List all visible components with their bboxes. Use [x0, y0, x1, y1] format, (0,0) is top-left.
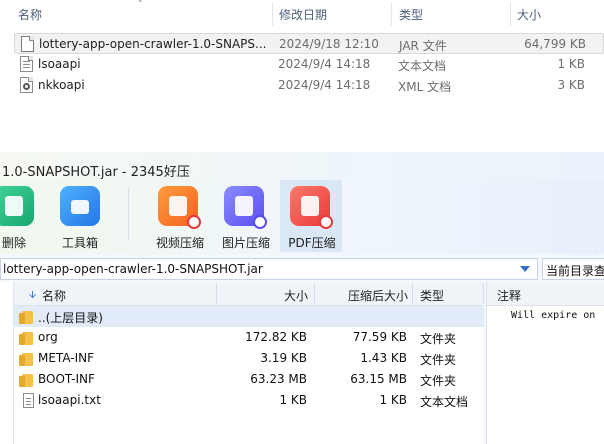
folder-icon: [19, 332, 33, 345]
archive-path-field[interactable]: lottery-app-open-crawler-1.0-SNAPSHOT.ja…: [0, 258, 538, 280]
file-type: JAR 文件: [399, 39, 447, 53]
comment-title: 注释: [497, 289, 522, 303]
title-bar[interactable]: 1.0-SNAPSHOT.jar - 2345好压: [0, 152, 604, 180]
image-compress-label: 图片压缩: [221, 236, 270, 250]
delete-label: 删除: [1, 236, 26, 250]
entry-size: 3.19 KB: [260, 351, 307, 365]
xml-file-icon: [20, 77, 33, 93]
entry-type: 文件夹: [420, 332, 457, 346]
column-separator[interactable]: [314, 284, 315, 304]
file-size: 64,799 KB: [524, 37, 586, 51]
column-separator[interactable]: [391, 2, 392, 26]
column-separator[interactable]: [272, 2, 273, 26]
file-modified: 2024/9/4 14:18: [278, 57, 371, 71]
folder-icon: [19, 353, 33, 366]
folder-icon: [19, 311, 33, 324]
file-modified: 2024/9/18 12:10: [279, 37, 379, 51]
current-dir-label: 当前目录查: [546, 264, 604, 278]
column-size[interactable]: 大小: [517, 6, 541, 23]
entry-name: BOOT-INF: [38, 372, 95, 386]
column-name[interactable]: 名称: [18, 6, 42, 23]
comment-pane: 注释 Will expire on: [486, 282, 604, 444]
archive-file-list: 🡫 名称 大小 压缩后大小 类型 ..(上层目录) org 172.82 KB …: [14, 282, 484, 444]
window-title: 1.0-SNAPSHOT.jar - 2345好压: [2, 165, 190, 180]
column-compressed[interactable]: 压缩后大小: [348, 287, 408, 304]
file-size: 1 KB: [557, 57, 585, 71]
column-size[interactable]: 大小: [284, 287, 308, 304]
list-item[interactable]: org 172.82 KB 77.59 KB 文件夹: [14, 327, 484, 348]
comment-header: 注释: [487, 282, 604, 306]
left-pane: [0, 282, 14, 444]
toolbar: 删除 工具箱 视频压缩 图片压缩 PDF压缩 高效专: [0, 180, 604, 271]
entry-compressed: 63.15 MB: [350, 372, 407, 386]
text-file-icon: [23, 393, 34, 408]
delete-icon: [0, 186, 34, 226]
chevron-down-icon[interactable]: [517, 260, 533, 278]
current-dir-search[interactable]: 当前目录查: [542, 258, 604, 280]
list-item[interactable]: lsoaapi.txt 1 KB 1 KB 文本文档: [14, 390, 484, 411]
explorer-file-list: ˄ 名称 修改日期 类型 大小 lottery-app-open-crawler…: [0, 0, 604, 152]
file-row[interactable]: lottery-app-open-crawler-1.0-SNAPS... 20…: [14, 33, 604, 54]
entry-name: META-INF: [38, 351, 95, 365]
column-name[interactable]: 名称: [42, 287, 66, 304]
column-separator[interactable]: [483, 284, 484, 304]
file-type: XML 文档: [398, 80, 452, 94]
toolbox-label: 工具箱: [61, 236, 98, 250]
list-item[interactable]: META-INF 3.19 KB 1.43 KB 文件夹: [14, 348, 484, 369]
file-type: 文本文档: [398, 59, 447, 73]
jar-file-icon: [21, 36, 34, 52]
archive-window: 1.0-SNAPSHOT.jar - 2345好压 删除 工具箱 视频压缩 图片…: [0, 152, 604, 444]
column-type[interactable]: 类型: [420, 287, 444, 304]
file-row[interactable]: lsoaapi 2024/9/4 14:18 文本文档 1 KB: [14, 54, 604, 75]
video-compress-label: 视频压缩: [155, 236, 204, 250]
file-name: lsoaapi: [38, 57, 81, 71]
column-type[interactable]: 类型: [399, 6, 423, 23]
entry-name: ..(上层目录): [38, 311, 103, 325]
toolbar-divider: [128, 188, 129, 240]
file-modified: 2024/9/4 14:18: [278, 78, 371, 92]
image-compress-icon: [224, 186, 267, 229]
entry-size: 1 KB: [279, 393, 307, 407]
entry-type: 文件夹: [420, 353, 457, 367]
column-separator[interactable]: [216, 284, 217, 304]
entry-name: org: [38, 330, 58, 344]
list-header: 🡫 名称 大小 压缩后大小 类型: [14, 282, 484, 306]
video-compress-icon: [158, 186, 201, 229]
comment-text[interactable]: Will expire on: [511, 310, 595, 321]
entry-size: 172.82 KB: [245, 330, 307, 344]
folder-icon: [19, 374, 33, 387]
entry-compressed: 77.59 KB: [352, 330, 407, 344]
column-separator[interactable]: [510, 2, 511, 26]
file-row[interactable]: nkkoapi 2024/9/4 14:18 XML 文档 3 KB: [14, 75, 604, 96]
column-separator[interactable]: [412, 284, 413, 304]
entry-type: 文件夹: [420, 374, 457, 388]
address-bar: lottery-app-open-crawler-1.0-SNAPSHOT.ja…: [0, 256, 604, 282]
entry-name: lsoaapi.txt: [38, 393, 101, 407]
archive-path: lottery-app-open-crawler-1.0-SNAPSHOT.ja…: [3, 262, 263, 276]
text-file-icon: [20, 56, 33, 72]
pdf-compress-icon: [290, 186, 333, 229]
entry-compressed: 1 KB: [379, 393, 407, 407]
file-name: lottery-app-open-crawler-1.0-SNAPS...: [39, 37, 267, 51]
entry-type: 文本文档: [420, 395, 469, 409]
explorer-column-header: ˄ 名称 修改日期 类型 大小: [0, 0, 604, 28]
toolbox-icon: [60, 186, 100, 226]
sort-arrow-icon: 🡫: [29, 290, 37, 301]
pdf-compress-label: PDF压缩: [288, 236, 336, 250]
entry-size: 63.23 MB: [250, 372, 307, 386]
column-modified[interactable]: 修改日期: [279, 6, 327, 23]
list-item[interactable]: BOOT-INF 63.23 MB 63.15 MB 文件夹: [14, 369, 484, 390]
list-item-parent[interactable]: ..(上层目录): [14, 306, 484, 327]
entry-compressed: 1.43 KB: [360, 351, 407, 365]
file-size: 3 KB: [557, 78, 585, 92]
file-name: nkkoapi: [38, 78, 85, 92]
sort-ascending-icon: ˄: [138, 0, 143, 10]
